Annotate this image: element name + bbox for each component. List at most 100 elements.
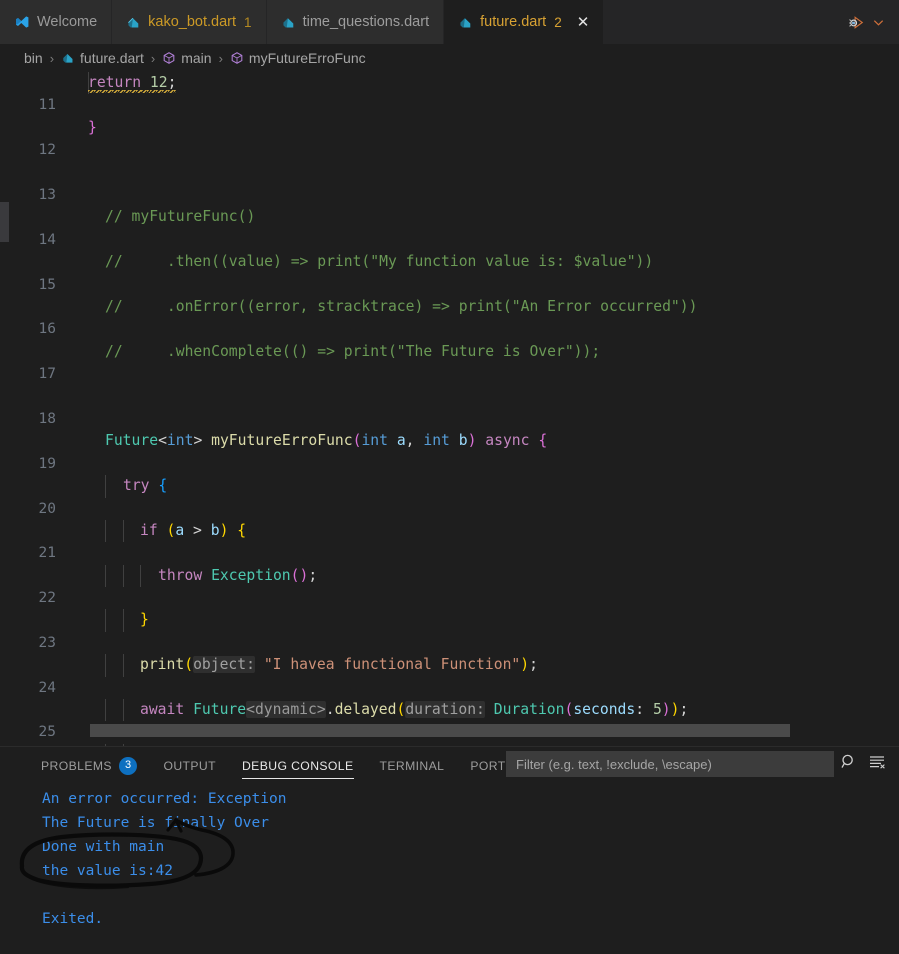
tab-time-questions-dart[interactable]: time_questions.dart bbox=[266, 0, 445, 44]
symbol-method-icon bbox=[230, 51, 244, 65]
breadcrumb-label: bin bbox=[24, 50, 43, 66]
line-content: // .whenComplete(() => print("The Future… bbox=[105, 342, 601, 360]
tab-badge: 2 bbox=[554, 14, 562, 30]
code-line[interactable]: 15 // .then((value) => print("My functio… bbox=[0, 251, 899, 292]
tab-label: kako_bot.dart bbox=[148, 14, 237, 30]
code-line[interactable]: 19 Future<int> myFutureErroFunc(int a, i… bbox=[0, 430, 899, 471]
breadcrumb-separator: › bbox=[150, 50, 156, 66]
line-number: 12 bbox=[38, 142, 56, 159]
tab-label: future.dart bbox=[480, 14, 547, 30]
editor-tab-bar: Welcome kako_bot.dart 1 time_questions.d… bbox=[0, 0, 899, 44]
tab-welcome[interactable]: Welcome bbox=[0, 0, 113, 44]
symbol-method-icon bbox=[162, 51, 176, 65]
line-number: 21 bbox=[38, 545, 56, 562]
line-number: 11 bbox=[38, 97, 56, 114]
line-content: } bbox=[140, 611, 149, 629]
vscode-window: Welcome kako_bot.dart 1 time_questions.d… bbox=[0, 0, 899, 954]
console-line-highlighted: the value is:42 bbox=[42, 863, 173, 879]
dart-file-icon bbox=[126, 15, 141, 30]
console-line: Exited. bbox=[42, 911, 104, 927]
panel-tab-problems[interactable]: PROBLEMS 3 bbox=[28, 747, 150, 785]
code-line[interactable]: 25 await Future<dynamic>.delayed(duratio… bbox=[0, 699, 899, 740]
tab-future-dart[interactable]: future.dart 2 ✕ bbox=[444, 0, 605, 44]
breadcrumb-item-myfutureerrofunc[interactable]: myFutureErroFunc bbox=[230, 50, 366, 66]
line-content: return 12; bbox=[88, 72, 177, 95]
line-number: 17 bbox=[38, 366, 56, 383]
breadcrumb-label: future.dart bbox=[80, 50, 144, 66]
line-number: 15 bbox=[38, 276, 56, 293]
breadcrumb-item-main[interactable]: main bbox=[162, 50, 212, 66]
editor-tab-actions bbox=[834, 0, 899, 44]
breadcrumb-item-future-dart[interactable]: future.dart bbox=[61, 50, 144, 66]
code-lines: 11 return 12; 12 } 13 14 // myFutureFunc… bbox=[0, 72, 899, 746]
panel-tab-debug-console[interactable]: DEBUG CONSOLE bbox=[229, 747, 367, 785]
code-line[interactable]: 17 // .whenComplete(() => print("The Fut… bbox=[0, 341, 899, 382]
code-line[interactable]: 16 // .onError((error, stracktrace) => p… bbox=[0, 296, 899, 337]
dart-file-icon bbox=[61, 51, 75, 65]
tab-label: Welcome bbox=[37, 14, 98, 30]
vscode-logo-icon bbox=[14, 14, 30, 30]
tab-badge: 1 bbox=[244, 14, 252, 30]
panel-tab-terminal[interactable]: TERMINAL bbox=[367, 747, 458, 785]
line-content: // .onError((error, stracktrace) => prin… bbox=[105, 297, 698, 315]
code-line[interactable]: 11 return 12; bbox=[0, 72, 899, 113]
code-line[interactable]: 18 bbox=[0, 386, 899, 427]
line-content: // myFutureFunc() bbox=[105, 208, 256, 226]
console-line: An error occurred: Exception bbox=[42, 791, 287, 807]
close-icon[interactable]: ✕ bbox=[577, 14, 590, 30]
code-line[interactable]: 14 // myFutureFunc() bbox=[0, 206, 899, 247]
breadcrumb-item-bin[interactable]: bin bbox=[24, 50, 43, 66]
code-line[interactable]: 13 bbox=[0, 162, 899, 203]
breadcrumb-label: myFutureErroFunc bbox=[248, 50, 366, 66]
clear-console-icon[interactable] bbox=[868, 753, 886, 771]
line-number: 24 bbox=[38, 679, 56, 696]
panel-tab-output[interactable]: OUTPUT bbox=[150, 747, 229, 785]
code-line[interactable]: 12 } bbox=[0, 117, 899, 158]
line-number: 18 bbox=[38, 410, 56, 427]
line-content: print(object: "I havea functional Functi… bbox=[140, 656, 538, 674]
breadcrumb-separator: › bbox=[49, 50, 55, 66]
line-content: throw Exception(); bbox=[158, 566, 318, 584]
search-icon[interactable] bbox=[840, 753, 858, 771]
code-editor[interactable]: 11 return 12; 12 } 13 14 // myFutureFunc… bbox=[0, 72, 899, 746]
editor-horizontal-scrollbar[interactable] bbox=[90, 724, 790, 737]
line-content: Future<int> myFutureErroFunc(int a, int … bbox=[105, 432, 548, 450]
code-line[interactable]: 21 if (a > b) { bbox=[0, 519, 899, 561]
line-content: await Future<dynamic>.delayed(duration: … bbox=[140, 701, 689, 719]
line-number: 22 bbox=[38, 590, 56, 607]
line-content: try { bbox=[123, 477, 168, 495]
code-line[interactable]: 22 throw Exception(); bbox=[0, 564, 899, 606]
code-line[interactable]: 20 try { bbox=[0, 475, 899, 517]
tab-label: time_questions.dart bbox=[302, 14, 430, 30]
line-number: 25 bbox=[38, 724, 56, 741]
tab-kako-bot-dart[interactable]: kako_bot.dart 1 bbox=[112, 0, 267, 44]
tab-bar-filler bbox=[604, 0, 834, 44]
panel-actions bbox=[840, 753, 886, 771]
run-and-debug-icon[interactable] bbox=[848, 13, 867, 32]
breadcrumb-separator: › bbox=[218, 50, 223, 66]
line-content: } bbox=[88, 118, 97, 136]
console-line: Done with main bbox=[42, 839, 165, 855]
panel-tab-label: DEBUG CONSOLE bbox=[241, 759, 354, 773]
dart-file-icon bbox=[281, 15, 296, 30]
console-filter-input[interactable]: Filter (e.g. text, !exclude, \escape) bbox=[506, 751, 834, 777]
line-content: if (a > b) { bbox=[140, 521, 247, 539]
dart-file-icon bbox=[458, 15, 473, 30]
panel-tab-label: TERMINAL bbox=[379, 759, 445, 773]
debug-console-output[interactable]: An error occurred: Exception The Future … bbox=[0, 785, 899, 954]
panel-tab-label: OUTPUT bbox=[163, 759, 216, 773]
line-number: 14 bbox=[38, 231, 56, 248]
chevron-down-icon[interactable] bbox=[872, 16, 885, 29]
breadcrumb-label: main bbox=[181, 50, 212, 66]
code-line[interactable]: 23 } bbox=[0, 609, 899, 651]
console-line: The Future is finally Over bbox=[42, 815, 269, 831]
breadcrumb: bin › future.dart › main › myFutureErroF… bbox=[0, 44, 899, 72]
line-number: 20 bbox=[38, 500, 56, 517]
code-line[interactable]: 24 print(object: "I havea functional Fun… bbox=[0, 654, 899, 696]
panel-tab-label: PROBLEMS bbox=[41, 759, 112, 773]
line-number: 13 bbox=[38, 186, 56, 203]
line-number: 23 bbox=[38, 634, 56, 651]
console-filter-placeholder: Filter (e.g. text, !exclude, \escape) bbox=[516, 756, 712, 772]
line-content: // .then((value) => print("My function v… bbox=[105, 253, 654, 271]
